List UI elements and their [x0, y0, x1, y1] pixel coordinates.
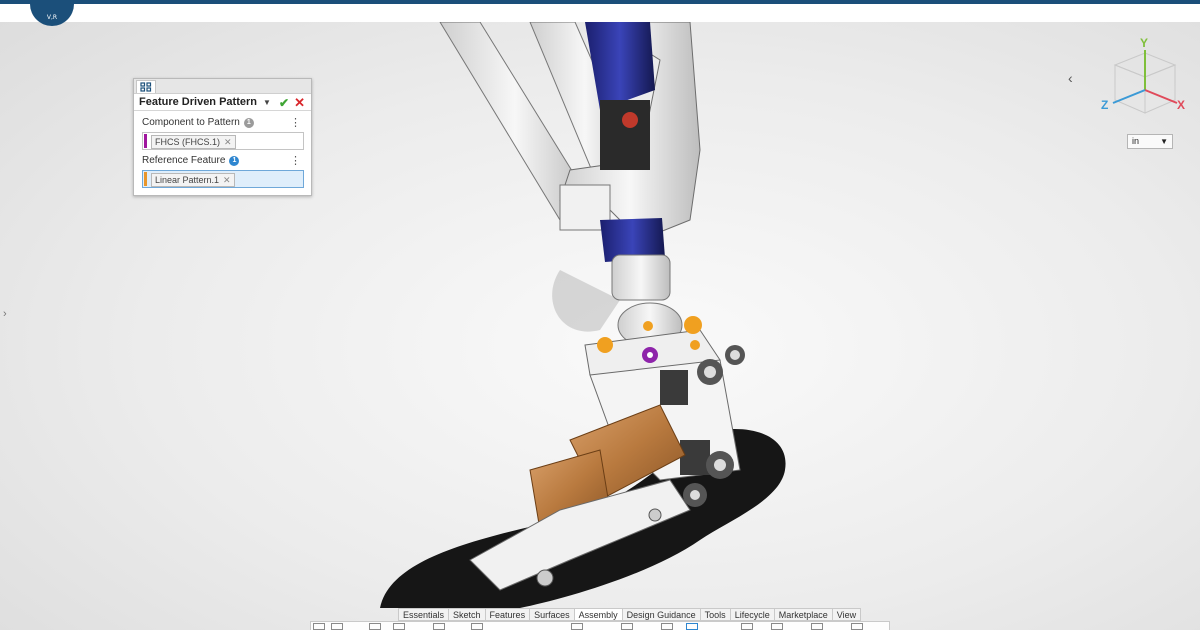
remove-icon[interactable]: ✕ [223, 174, 231, 186]
toolbar-button[interactable] [621, 623, 633, 630]
panel-title: Feature Driven Pattern [139, 96, 257, 108]
reference-color-bar [144, 172, 147, 186]
chevron-down-icon[interactable]: ▼ [263, 98, 271, 107]
feature-driven-pattern-panel: Feature Driven Pattern ▼ ✔ ✕ Component t… [133, 78, 312, 196]
component-color-bar [144, 134, 147, 148]
reference-label-text: Reference Feature [142, 155, 226, 166]
component-to-pattern-label: Component to Pattern 1 [142, 117, 254, 128]
tab-marketplace[interactable]: Marketplace [773, 608, 832, 621]
reference-more-icon[interactable]: ⋮ [290, 154, 301, 167]
reference-selection-field[interactable]: Linear Pattern.1 ✕ [142, 170, 304, 188]
close-icon[interactable]: ✕ [294, 95, 305, 111]
pattern-icon[interactable] [136, 80, 156, 93]
tab-features[interactable]: Features [484, 608, 530, 621]
tab-surfaces[interactable]: Surfaces [529, 608, 574, 621]
tab-sketch[interactable]: Sketch [448, 608, 485, 621]
component-more-icon[interactable]: ⋮ [290, 116, 301, 129]
collapse-viewcube-icon[interactable]: ‹ [1068, 70, 1073, 86]
toolbar-button[interactable] [369, 623, 381, 630]
toolbar-button[interactable] [393, 623, 405, 630]
tab-view[interactable]: View [831, 608, 862, 621]
tab-design-guidance[interactable]: Design Guidance [621, 608, 700, 621]
toolbar-button[interactable] [771, 623, 783, 630]
top-bar: V,R [0, 0, 1200, 26]
toolbar-button[interactable] [741, 623, 753, 630]
component-label-text: Component to Pattern [142, 117, 240, 128]
ribbon-tabs: Essentials Sketch Features Surfaces Asse… [398, 608, 862, 621]
tab-lifecycle[interactable]: Lifecycle [729, 608, 774, 621]
toolbar-button[interactable] [811, 623, 823, 630]
reference-chip[interactable]: Linear Pattern.1 ✕ [151, 173, 235, 187]
checkmark-icon[interactable]: ✔ [279, 96, 289, 110]
component-chip[interactable]: FHCS (FHCS.1) ✕ [151, 135, 236, 149]
reference-feature-label: Reference Feature 1 [142, 155, 240, 166]
collapse-ribbon-icon[interactable] [313, 623, 325, 630]
chevron-down-icon: ▼ [1160, 137, 1168, 146]
units-value: in [1132, 136, 1140, 146]
axis-z-label: Z [1101, 98, 1108, 112]
ribbon-toolbar [310, 621, 890, 630]
toolbar-button[interactable] [433, 623, 445, 630]
axis-y-label: Y [1140, 36, 1148, 50]
left-panel-expand-icon[interactable]: › [3, 308, 13, 320]
logo-text: V,R [46, 14, 58, 21]
component-count-badge: 1 [243, 117, 254, 128]
reference-chip-label: Linear Pattern.1 [155, 175, 220, 185]
units-select[interactable]: in ▼ [1127, 134, 1173, 149]
view-cube[interactable]: Y X Z [1095, 35, 1190, 125]
toolbar-button[interactable] [571, 623, 583, 630]
tab-tools[interactable]: Tools [699, 608, 730, 621]
component-selection-field[interactable]: FHCS (FHCS.1) ✕ [142, 132, 304, 150]
panel-tab-row [134, 79, 311, 94]
component-chip-label: FHCS (FHCS.1) [155, 137, 220, 147]
toolbar-button[interactable] [661, 623, 673, 630]
toolbar-button[interactable] [471, 623, 483, 630]
reference-count-badge: 1 [229, 155, 240, 166]
remove-icon[interactable]: ✕ [224, 136, 232, 148]
toolbar-button[interactable] [851, 623, 863, 630]
toolbar-button-active[interactable] [686, 623, 698, 630]
tab-assembly[interactable]: Assembly [573, 608, 622, 621]
tab-essentials[interactable]: Essentials [398, 608, 449, 621]
axis-x-label: X [1177, 98, 1185, 112]
toolbar-button[interactable] [331, 623, 343, 630]
